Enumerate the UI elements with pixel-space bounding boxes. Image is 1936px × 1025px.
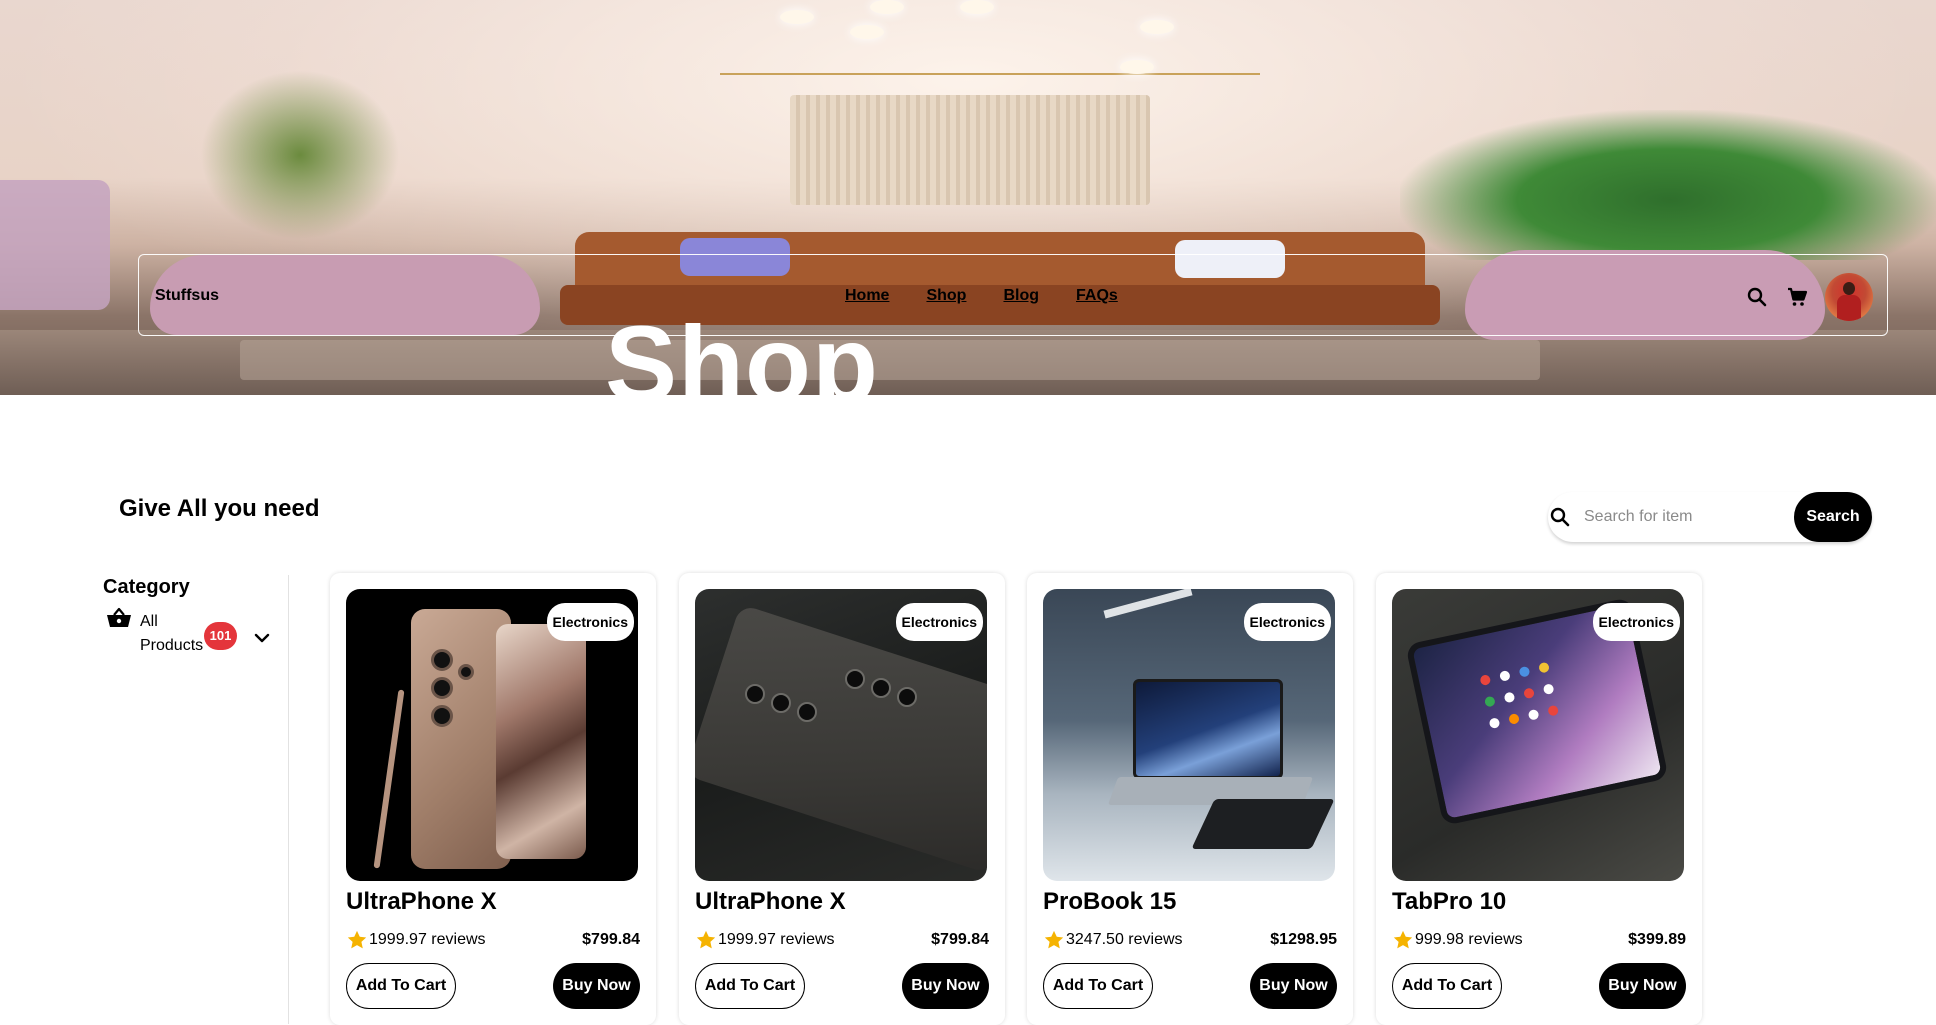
add-to-cart-button[interactable]: Add To Cart — [346, 963, 456, 1009]
wall-hanging — [790, 95, 1150, 205]
search-button[interactable]: Search — [1794, 492, 1872, 542]
side-chair — [0, 180, 110, 310]
product-name: UltraPhone X — [695, 888, 846, 915]
nav-link-blog[interactable]: Blog — [1003, 287, 1039, 305]
page-tagline: Give All you need — [119, 495, 320, 522]
product-image[interactable]: Electronics — [346, 589, 638, 881]
category-tag: Electronics — [895, 603, 983, 641]
product-image[interactable]: Electronics — [1043, 589, 1335, 881]
basket-icon — [107, 607, 131, 627]
product-card[interactable]: Electronics UltraPhone X 1999.97 reviews… — [679, 573, 1005, 1025]
product-name: TabPro 10 — [1392, 888, 1507, 915]
star-icon — [696, 930, 716, 949]
search-input[interactable] — [1584, 502, 1784, 532]
star-icon — [1044, 930, 1064, 949]
search-icon — [1550, 507, 1570, 527]
plant-right — [1400, 110, 1936, 260]
brand-logo[interactable]: Stuffsus — [155, 287, 219, 305]
rug — [240, 340, 1540, 380]
product-rating: 1999.97 reviews — [346, 929, 486, 951]
nav-link-shop[interactable]: Shop — [926, 287, 966, 305]
product-rating: 999.98 reviews — [1392, 929, 1523, 951]
category-label: All Products — [140, 613, 204, 654]
add-to-cart-button[interactable]: Add To Cart — [695, 963, 805, 1009]
avatar[interactable] — [1825, 273, 1873, 321]
category-title: Category — [103, 576, 190, 598]
nav-links: Home Shop Blog FAQs — [845, 287, 1155, 305]
category-item-all-products[interactable]: All Products 101 — [103, 605, 283, 655]
rating-text: 999.98 reviews — [1415, 931, 1523, 948]
rating-text: 1999.97 reviews — [369, 931, 486, 948]
product-name: ProBook 15 — [1043, 888, 1177, 915]
product-price: $1298.95 — [1270, 931, 1337, 948]
navbar: Stuffsus Home Shop Blog FAQs — [138, 254, 1888, 336]
search-icon[interactable] — [1745, 285, 1769, 309]
category-tag: Electronics — [546, 603, 634, 641]
product-price: $399.89 — [1628, 931, 1686, 948]
buy-now-button[interactable]: Buy Now — [553, 963, 640, 1009]
product-price: $799.84 — [582, 931, 640, 948]
star-icon — [347, 930, 367, 949]
star-icon — [1393, 930, 1413, 949]
product-card[interactable]: Electronics UltraPhone X 1999.97 reviews… — [330, 573, 656, 1025]
add-to-cart-button[interactable]: Add To Cart — [1043, 963, 1153, 1009]
buy-now-button[interactable]: Buy Now — [902, 963, 989, 1009]
add-to-cart-button[interactable]: Add To Cart — [1392, 963, 1502, 1009]
product-card[interactable]: Electronics ProBook 15 3247.50 reviews $… — [1027, 573, 1353, 1025]
buy-now-button[interactable]: Buy Now — [1250, 963, 1337, 1009]
product-name: UltraPhone X — [346, 888, 497, 915]
category-tag: Electronics — [1592, 603, 1680, 641]
cart-icon[interactable] — [1785, 285, 1809, 309]
product-image[interactable]: Electronics — [695, 589, 987, 881]
plant-left — [200, 70, 400, 240]
hero-banner: Shop Stuffsus Home Shop Blog FAQs — [0, 0, 1936, 395]
product-rating: 1999.97 reviews — [695, 929, 835, 951]
chevron-down-icon[interactable] — [253, 629, 271, 647]
buy-now-button[interactable]: Buy Now — [1599, 963, 1686, 1009]
rating-text: 1999.97 reviews — [718, 931, 835, 948]
nav-link-faqs[interactable]: FAQs — [1076, 287, 1118, 305]
nav-link-home[interactable]: Home — [845, 287, 889, 305]
product-price: $799.84 — [931, 931, 989, 948]
product-rating: 3247.50 reviews — [1043, 929, 1183, 951]
category-sidebar: Category All Products 101 — [103, 575, 289, 1024]
chandelier — [720, 0, 1260, 75]
rating-text: 3247.50 reviews — [1066, 931, 1183, 948]
search-bar: Search — [1548, 492, 1872, 542]
category-count-badge: 101 — [204, 622, 237, 650]
product-card[interactable]: Electronics TabPro 10 999.98 reviews $39… — [1376, 573, 1702, 1025]
product-image[interactable]: Electronics — [1392, 589, 1684, 881]
category-tag: Electronics — [1243, 603, 1331, 641]
